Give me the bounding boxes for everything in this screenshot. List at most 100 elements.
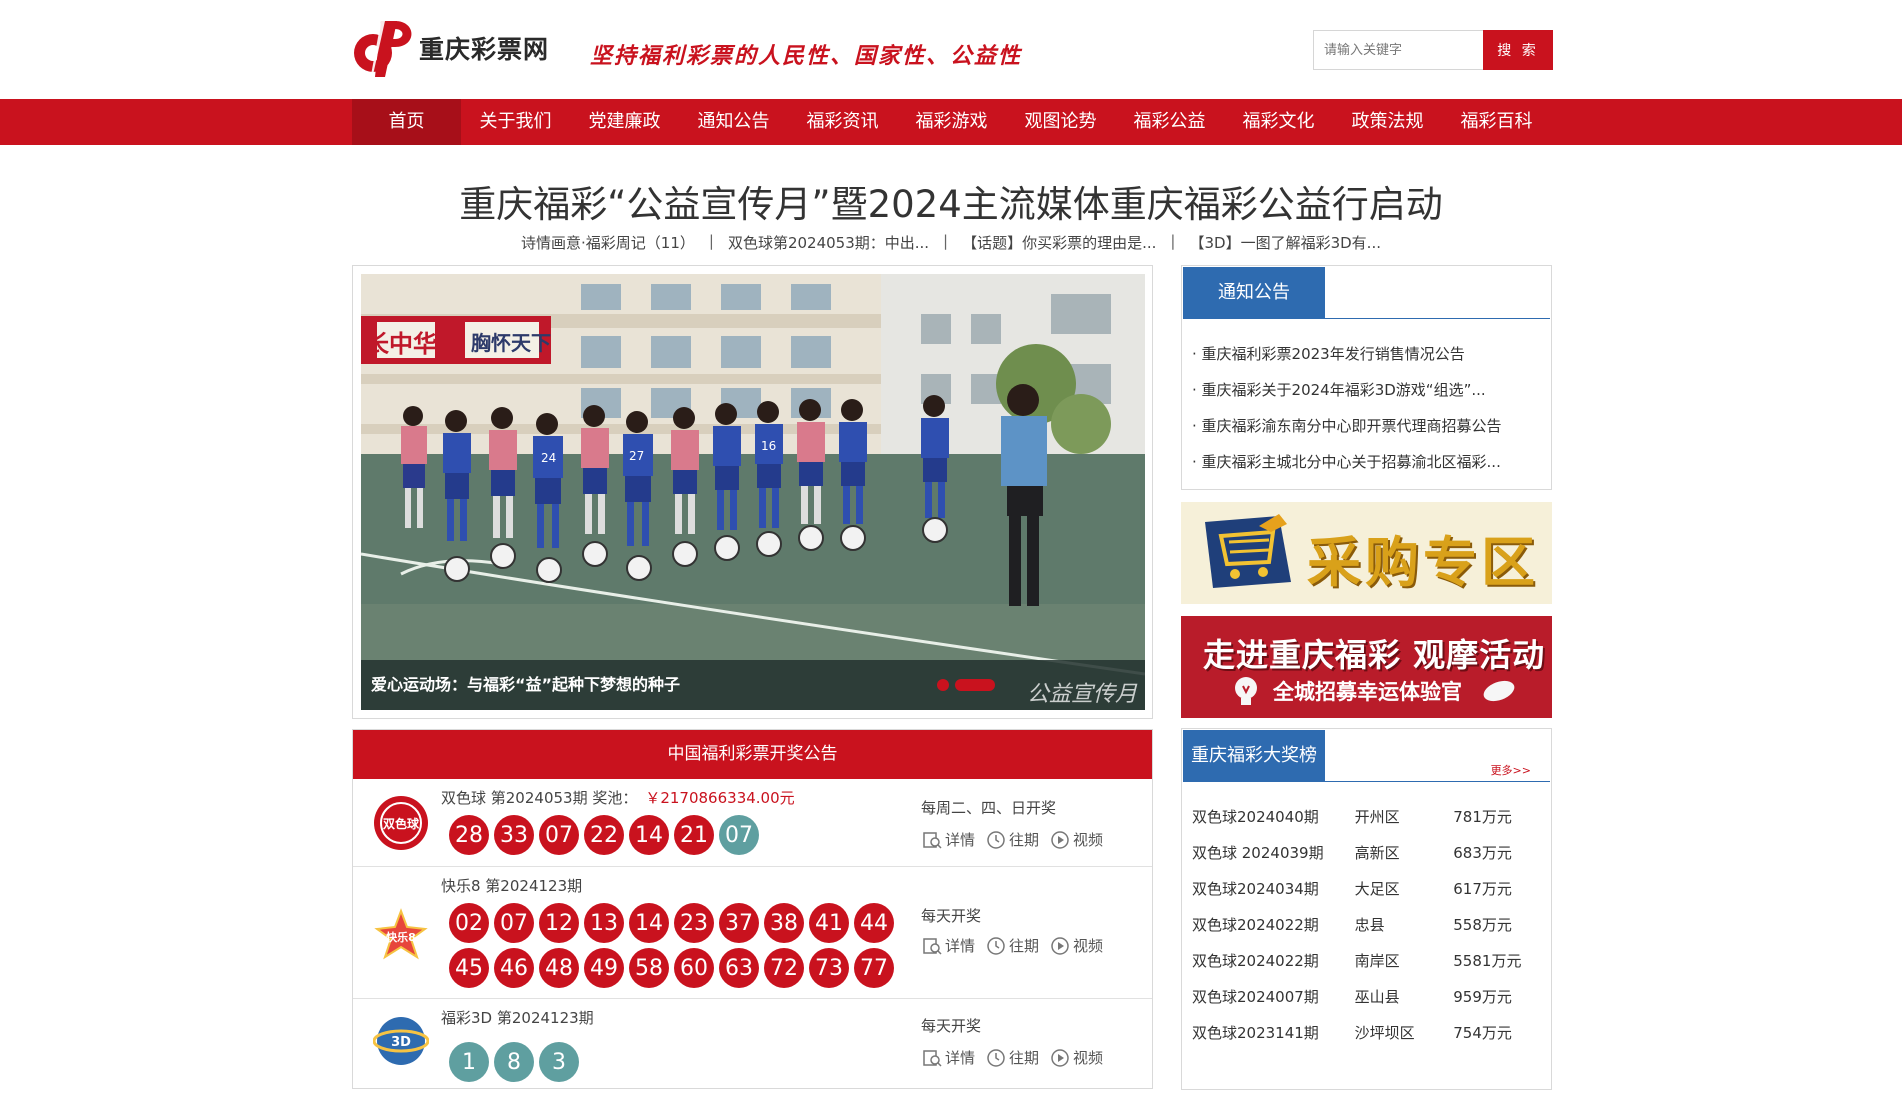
details-link[interactable]: 详情 xyxy=(921,829,975,850)
procurement-banner-text: 采购专区 xyxy=(1307,531,1539,594)
notice-item[interactable]: · 重庆福利彩票2023年发行销售情况公告 xyxy=(1192,336,1542,372)
ticker-item[interactable]: 诗情画意·福彩周记（11） xyxy=(509,232,707,253)
ranking-list: 双色球2024040期 开州区 781万元 双色球 2024039期 高新区 683万元… xyxy=(1192,799,1542,1051)
rank-amount: 683万元 xyxy=(1453,844,1512,862)
rank-issue: 双色球2024022期 xyxy=(1192,916,1319,934)
draw-schedule: 每天开奖 xyxy=(921,1017,982,1035)
history-label: 往期 xyxy=(1009,937,1040,955)
history-link[interactable]: 往期 xyxy=(985,1047,1039,1068)
lightbulb-icon xyxy=(1235,677,1257,705)
red-ball: 07 xyxy=(494,903,534,943)
red-ball: 21 xyxy=(674,815,714,855)
slider-photo[interactable]: 长中华 胸怀天下 24 27 16 爱心运动场：与福彩“益”起种下梦想的种子 公… xyxy=(361,274,1145,710)
search-bar: 搜 索 xyxy=(1313,30,1553,70)
search-doc-icon xyxy=(923,937,942,955)
nav-item-games[interactable]: 福彩游戏 xyxy=(897,99,1006,145)
news-ticker: 诗情画意·福彩周记（11） | 双色球第2024053期：中出... | 【话题… xyxy=(351,232,1551,253)
double-color-ball-logo-icon[interactable]: 双色球 xyxy=(373,795,429,851)
details-link[interactable]: 详情 xyxy=(921,935,975,956)
history-link[interactable]: 往期 xyxy=(985,935,1039,956)
red-ball: 33 xyxy=(494,815,534,855)
nav-item-charts[interactable]: 观图论势 xyxy=(1006,99,1115,145)
game-links: 详情 往期 视频 xyxy=(921,829,1103,850)
red-ball: 37 xyxy=(719,903,759,943)
happy-8-logo-icon[interactable]: 快乐8 xyxy=(373,907,429,963)
details-link[interactable]: 详情 xyxy=(921,1047,975,1068)
nav-item-charity[interactable]: 福彩公益 xyxy=(1115,99,1224,145)
video-link[interactable]: 视频 xyxy=(1049,829,1103,850)
blue-ball: 07 xyxy=(719,815,759,855)
nav-item-party[interactable]: 党建廉政 xyxy=(570,99,679,145)
search-input[interactable] xyxy=(1313,30,1483,70)
nav-item-culture[interactable]: 福彩文化 xyxy=(1224,99,1333,145)
shirt-number: 16 xyxy=(761,439,776,453)
clock-icon xyxy=(987,830,1005,849)
site-logo[interactable]: 重庆彩票网 xyxy=(351,17,549,79)
nav-item-policy[interactable]: 政策法规 xyxy=(1333,99,1442,145)
scoreboard-text: 胸怀天下 xyxy=(471,331,551,355)
nav-item-home[interactable]: 首页 xyxy=(352,99,461,145)
play-icon xyxy=(1051,1048,1069,1067)
welfare-lottery-logo-icon xyxy=(354,21,412,77)
ticker-item[interactable]: 【3D】一图了解福彩3D有... xyxy=(1177,232,1393,253)
nav-item-notice[interactable]: 通知公告 xyxy=(679,99,788,145)
ranking-row[interactable]: 双色球2024022期 忠县 558万元 xyxy=(1192,907,1542,943)
red-ball: 13 xyxy=(584,903,624,943)
notice-tab[interactable]: 通知公告 xyxy=(1183,267,1325,319)
history-label: 往期 xyxy=(1009,831,1040,849)
game-row-ssq: 双色球 双色球 第2024053期 奖池： ￥2170866334.00元 28 … xyxy=(353,779,1152,867)
ticker-item[interactable]: 双色球第2024053期：中出... xyxy=(716,232,941,253)
ticker-item[interactable]: 【话题】你买彩票的理由是... xyxy=(950,232,1168,253)
video-link[interactable]: 视频 xyxy=(1049,1047,1103,1068)
more-link[interactable]: 更多>> xyxy=(1491,762,1531,778)
rank-issue: 双色球2024040期 xyxy=(1192,808,1319,826)
rank-district: 沙坪坝区 xyxy=(1354,1024,1415,1042)
rank-issue: 双色球2024034期 xyxy=(1192,880,1319,898)
red-ball: 48 xyxy=(539,948,579,988)
red-ball: 44 xyxy=(854,903,894,943)
ranking-row[interactable]: 双色球 2024039期 高新区 683万元 xyxy=(1192,835,1542,871)
notice-item[interactable]: · 重庆福彩主城北分中心关于招募渝北区福彩... xyxy=(1192,444,1542,480)
blue-ball: 3 xyxy=(539,1042,579,1082)
ranking-row[interactable]: 双色球2024034期 大足区 617万元 xyxy=(1192,871,1542,907)
game-links: 详情 往期 视频 xyxy=(921,1047,1103,1068)
winning-numbers: 1 8 3 xyxy=(449,1042,909,1082)
nav-item-about[interactable]: 关于我们 xyxy=(461,99,570,145)
rank-district: 开州区 xyxy=(1354,808,1400,826)
red-ball: 41 xyxy=(809,903,849,943)
details-label: 详情 xyxy=(945,1049,976,1067)
ranking-row[interactable]: 双色球2023141期 沙坪坝区 754万元 xyxy=(1192,1015,1542,1051)
headline-link[interactable]: 重庆福彩“公益宣传月”暨2024主流媒体重庆福彩公益行启动 xyxy=(351,174,1551,228)
ranking-row[interactable]: 双色球2024007期 巫山县 959万元 xyxy=(1192,979,1542,1015)
red-ball: 58 xyxy=(629,948,669,988)
slider-watermark: 公益宣传月 xyxy=(1026,682,1137,707)
procurement-banner[interactable]: 采购专区 xyxy=(1181,502,1552,604)
play-icon xyxy=(1051,936,1069,955)
lottery-results-panel: 中国福利彩票开奖公告 双色球 双色球 第2024053期 奖池： ￥2170866… xyxy=(352,729,1153,1089)
nav-item-wiki[interactable]: 福彩百科 xyxy=(1442,99,1551,145)
visit-activity-banner[interactable]: 走进重庆福彩 观摩活动 全城招募幸运体验官 xyxy=(1181,616,1552,718)
welfare-3d-logo-icon[interactable]: 3D xyxy=(373,1013,429,1069)
search-button[interactable]: 搜 索 xyxy=(1483,30,1553,70)
nav-item-news[interactable]: 福彩资讯 xyxy=(788,99,897,145)
video-label: 视频 xyxy=(1073,937,1104,955)
game-title: 福彩3D 第2024123期 xyxy=(441,1007,594,1028)
ticker-separator: | xyxy=(708,232,714,250)
history-link[interactable]: 往期 xyxy=(985,829,1039,850)
red-ball: 14 xyxy=(629,815,669,855)
video-link[interactable]: 视频 xyxy=(1049,935,1103,956)
red-ball: 14 xyxy=(629,903,669,943)
ranking-row[interactable]: 双色球2024022期 南岸区 5581万元 xyxy=(1192,943,1542,979)
rank-issue: 双色球2024022期 xyxy=(1192,952,1319,970)
rank-district: 大足区 xyxy=(1354,880,1400,898)
slider-dot[interactable] xyxy=(937,679,949,691)
red-ball: 46 xyxy=(494,948,534,988)
notice-item[interactable]: · 重庆福彩关于2024年福彩3D游戏“组选”... xyxy=(1192,372,1542,408)
red-ball: 38 xyxy=(764,903,804,943)
ranking-tab[interactable]: 重庆福彩大奖榜 xyxy=(1183,730,1325,782)
rank-amount: 558万元 xyxy=(1453,916,1512,934)
notice-item[interactable]: · 重庆福彩渝东南分中心即开票代理商招募公告 xyxy=(1192,408,1542,444)
ranking-row[interactable]: 双色球2024040期 开州区 781万元 xyxy=(1192,799,1542,835)
slider-dot-active[interactable] xyxy=(955,679,995,691)
jackpot-ranking-panel: 重庆福彩大奖榜 更多>> 双色球2024040期 开州区 781万元 双色球 202… xyxy=(1181,728,1552,1090)
